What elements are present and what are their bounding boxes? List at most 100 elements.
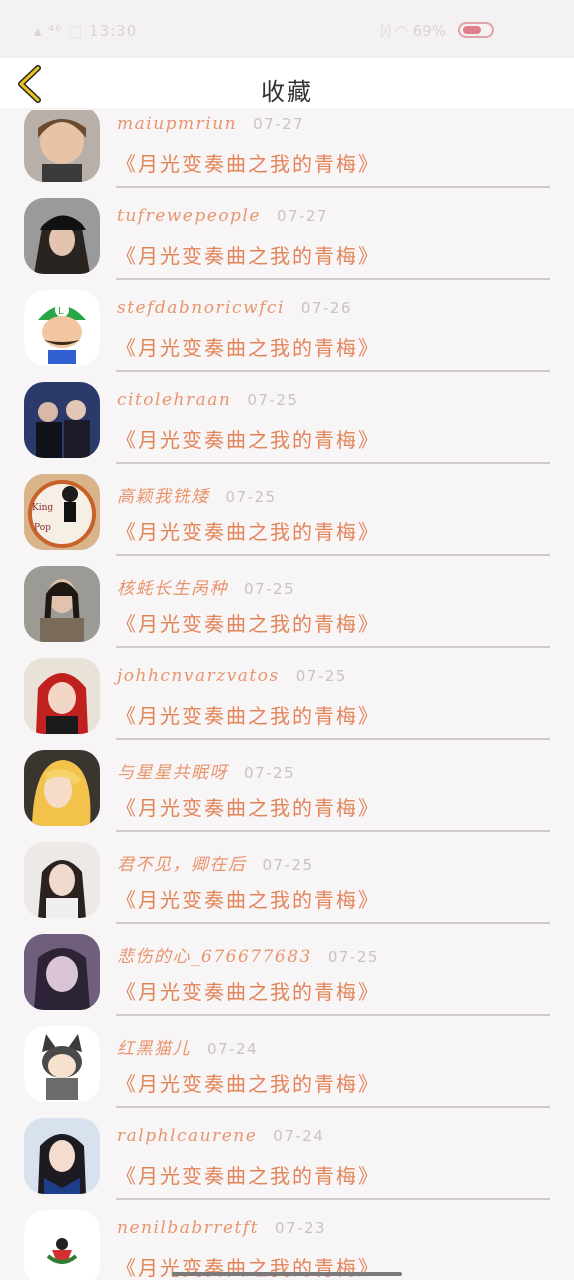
user-avatar[interactable]: King Pop <box>24 474 100 550</box>
username[interactable]: tufrewepeople 07-27 <box>117 206 328 226</box>
user-avatar[interactable] <box>24 842 100 918</box>
favorite-row[interactable]: maiupmriun 07-27 《月光变奏曲之我的青梅》 <box>0 110 574 196</box>
avatar-image <box>24 566 100 642</box>
home-indicator[interactable] <box>172 1272 402 1276</box>
user-avatar[interactable] <box>24 1118 100 1194</box>
favorite-row[interactable]: tufrewepeople 07-27 《月光变奏曲之我的青梅》 <box>0 196 574 288</box>
username[interactable]: 红黑猫儿 07-24 <box>117 1034 258 1059</box>
username[interactable]: ralphlcaurene 07-24 <box>117 1126 324 1146</box>
avatar-image <box>24 1026 100 1102</box>
username[interactable]: 核蚝长生呙种 07-25 <box>117 574 295 599</box>
username[interactable]: 与星星共眠呀 07-25 <box>117 758 295 783</box>
user-avatar[interactable] <box>24 934 100 1010</box>
status-time-signal: ▴ ⁴⁶ ⬚ 13:30 <box>34 22 138 40</box>
username[interactable]: 君不见，卿在后 07-25 <box>117 850 314 875</box>
username-text: stefdabnoricwfci <box>117 298 285 318</box>
username-text: 高颖我铣矮 <box>117 487 210 507</box>
row-divider <box>116 738 550 740</box>
avatar-image <box>24 382 100 458</box>
user-avatar[interactable] <box>24 1210 100 1280</box>
favorite-row[interactable]: 与星星共眠呀 07-25 《月光变奏曲之我的青梅》 <box>0 748 574 840</box>
avatar-image <box>24 1118 100 1194</box>
user-avatar[interactable] <box>24 750 100 826</box>
favorite-date: 07-27 <box>276 207 329 225</box>
avatar-image <box>24 198 100 274</box>
story-title-link[interactable]: 《月光变奏曲之我的青梅》 <box>116 240 380 269</box>
story-title-link[interactable]: 《月光变奏曲之我的青梅》 <box>116 792 380 821</box>
username[interactable]: stefdabnoricwfci 07-26 <box>117 298 352 318</box>
story-title-link[interactable]: 《月光变奏曲之我的青梅》 <box>116 332 380 361</box>
svg-text:King: King <box>32 503 53 513</box>
favorite-date: 07-25 <box>295 667 347 685</box>
favorite-row[interactable]: King Pop 高颖我铣矮 07-25 《月光变奏曲之我的青梅》 <box>0 472 574 564</box>
user-avatar[interactable] <box>24 382 100 458</box>
username[interactable]: 悲伤的心_676677683 07-25 <box>117 942 379 967</box>
battery-icon <box>458 22 494 38</box>
username[interactable]: nenilbabrretft 07-23 <box>117 1218 326 1238</box>
avatar-image <box>24 750 100 826</box>
username-text: 核蚝长生呙种 <box>117 579 228 599</box>
page-title: 收藏 <box>261 78 313 106</box>
favorite-row[interactable]: nenilbabrretft 07-23 《月光变奏曲之我的青梅》 <box>0 1208 574 1280</box>
favorite-row[interactable]: 悲伤的心_676677683 07-25 《月光变奏曲之我的青梅》 <box>0 932 574 1024</box>
user-avatar[interactable]: L <box>24 290 100 366</box>
favorite-date: 07-26 <box>300 299 352 317</box>
avatar-image <box>24 1210 100 1280</box>
username-text: 君不见，卿在后 <box>117 855 247 875</box>
favorite-row[interactable]: 核蚝长生呙种 07-25 《月光变奏曲之我的青梅》 <box>0 564 574 656</box>
avatar-image <box>24 658 100 734</box>
avatar-image <box>24 110 100 182</box>
story-title-link[interactable]: 《月光变奏曲之我的青梅》 <box>116 516 380 545</box>
username[interactable]: johhcnvarzvatos 07-25 <box>117 666 347 686</box>
status-indicators: ᛞ ◠ 69% <box>381 22 446 40</box>
user-avatar[interactable] <box>24 658 100 734</box>
story-title-link[interactable]: 《月光变奏曲之我的青梅》 <box>116 424 380 453</box>
favorite-date: 07-23 <box>275 1219 327 1237</box>
favorite-row[interactable]: ralphlcaurene 07-24 《月光变奏曲之我的青梅》 <box>0 1116 574 1208</box>
username-text: 与星星共眠呀 <box>117 763 228 783</box>
row-divider <box>116 1106 550 1108</box>
favorite-date: 07-24 <box>207 1040 259 1058</box>
story-title-link[interactable]: 《月光变奏曲之我的青梅》 <box>116 608 380 637</box>
username[interactable]: citolehraan 07-25 <box>117 390 298 410</box>
avatar-image <box>24 934 100 1010</box>
username-text: 悲伤的心_676677683 <box>117 947 312 967</box>
story-title-link[interactable]: 《月光变奏曲之我的青梅》 <box>116 148 380 177</box>
svg-text:Pop: Pop <box>34 523 51 533</box>
username-text: nenilbabrretft <box>117 1218 260 1238</box>
favorite-row[interactable]: johhcnvarzvatos 07-25 《月光变奏曲之我的青梅》 <box>0 656 574 748</box>
row-divider <box>116 554 550 556</box>
story-title-link[interactable]: 《月光变奏曲之我的青梅》 <box>116 976 380 1005</box>
favorite-row[interactable]: Lstefdabnoricwfci 07-26 《月光变奏曲之我的青梅》 <box>0 288 574 380</box>
username-text: citolehraan <box>117 390 232 410</box>
favorites-list[interactable]: maiupmriun 07-27 《月光变奏曲之我的青梅》 tufrewepeople… <box>0 110 574 1280</box>
row-divider <box>116 462 550 464</box>
row-divider <box>116 278 550 280</box>
favorite-row[interactable]: 君不见，卿在后 07-25 《月光变奏曲之我的青梅》 <box>0 840 574 932</box>
story-title-link[interactable]: 《月光变奏曲之我的青梅》 <box>116 1160 380 1189</box>
favorite-date: 07-25 <box>225 488 277 506</box>
story-title-link[interactable]: 《月光变奏曲之我的青梅》 <box>116 700 380 729</box>
top-bar: 收藏 <box>0 58 574 108</box>
username-text: johhcnvarzvatos <box>117 666 280 686</box>
user-avatar[interactable] <box>24 566 100 642</box>
story-title-link[interactable]: 《月光变奏曲之我的青梅》 <box>116 1068 380 1097</box>
favorite-row[interactable]: citolehraan 07-25 《月光变奏曲之我的青梅》 <box>0 380 574 472</box>
avatar-image: L <box>24 290 100 366</box>
avatar-image <box>24 842 100 918</box>
avatar-image: King Pop <box>24 474 100 550</box>
row-divider <box>116 1014 550 1016</box>
row-divider <box>116 186 550 188</box>
row-divider <box>116 646 550 648</box>
user-avatar[interactable] <box>24 1026 100 1102</box>
favorite-row[interactable]: 红黑猫儿 07-24 《月光变奏曲之我的青梅》 <box>0 1024 574 1116</box>
username-text: ralphlcaurene <box>117 1126 258 1146</box>
svg-text:L: L <box>58 306 64 317</box>
story-title-link[interactable]: 《月光变奏曲之我的青梅》 <box>116 884 380 913</box>
username[interactable]: maiupmriun 07-27 <box>117 114 304 134</box>
user-avatar[interactable] <box>24 110 100 182</box>
username[interactable]: 高颖我铣矮 07-25 <box>117 482 277 507</box>
favorite-date: 07-25 <box>327 948 379 966</box>
favorite-date: 07-27 <box>253 115 305 133</box>
user-avatar[interactable] <box>24 198 100 274</box>
